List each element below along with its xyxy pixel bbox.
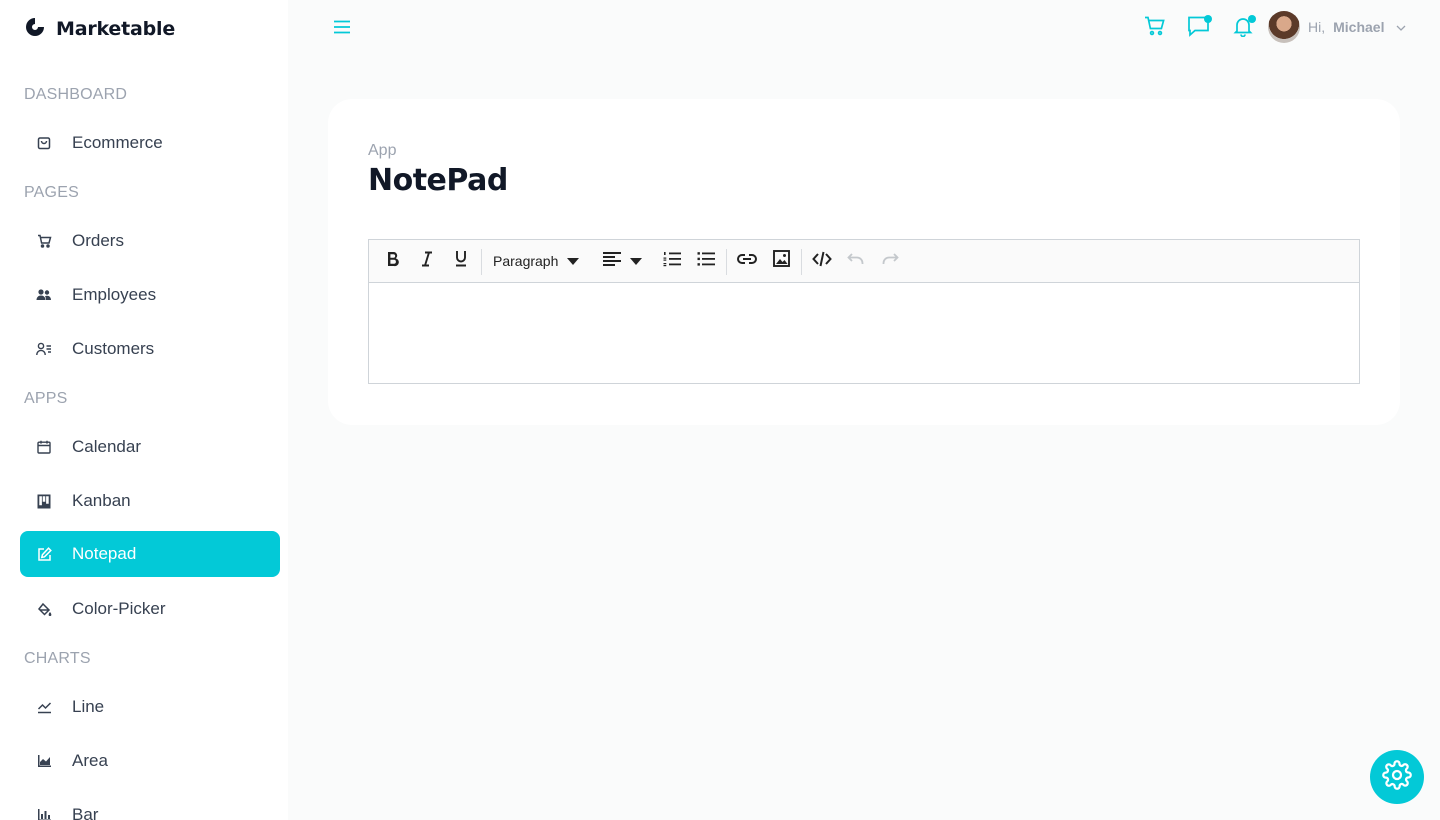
underline-icon xyxy=(454,250,468,272)
bullet-list-button[interactable] xyxy=(695,249,717,273)
cart-icon xyxy=(1144,16,1166,41)
settings-button[interactable] xyxy=(1370,750,1424,804)
editor-toolbar: Paragraph xyxy=(369,240,1359,283)
sidebar-item-employees[interactable]: Employees xyxy=(20,272,280,318)
toolbar-divider xyxy=(726,249,727,275)
source-code-button[interactable] xyxy=(811,249,833,273)
bar-chart-icon xyxy=(36,807,52,820)
image-icon xyxy=(772,250,790,272)
undo-icon xyxy=(847,252,865,270)
link-icon xyxy=(737,252,757,270)
user-menu[interactable]: Hi, Michael xyxy=(1268,11,1406,43)
code-icon xyxy=(812,251,832,272)
insert-link-button[interactable] xyxy=(736,249,758,273)
caret-down-icon xyxy=(567,252,580,270)
sidebar-item-label: Bar xyxy=(72,805,99,820)
insert-image-button[interactable] xyxy=(770,249,792,273)
sidebar-item-label: Ecommerce xyxy=(72,133,163,152)
format-select[interactable]: Paragraph xyxy=(493,249,583,273)
cart-button[interactable] xyxy=(1142,15,1168,41)
numbered-list-button[interactable] xyxy=(661,249,683,273)
sidebar-item-ecommerce[interactable]: Ecommerce xyxy=(20,120,280,166)
toolbar-divider xyxy=(801,249,802,275)
sidebar-item-calendar[interactable]: Calendar xyxy=(20,424,280,470)
menu-toggle-button[interactable] xyxy=(330,17,354,41)
italic-icon xyxy=(420,251,434,272)
editor-content-area[interactable] xyxy=(369,283,1359,383)
shopping-bag-icon xyxy=(36,135,52,151)
cart-icon xyxy=(36,233,52,249)
avatar xyxy=(1268,11,1300,43)
notification-dot xyxy=(1248,15,1256,23)
breadcrumb: App xyxy=(368,142,397,159)
sidebar-item-label: Calendar xyxy=(72,437,141,456)
section-label-apps: APPS xyxy=(24,390,68,407)
caret-down-icon xyxy=(630,252,642,270)
sidebar-item-customers[interactable]: Customers xyxy=(20,326,280,372)
sidebar-item-label: Color-Picker xyxy=(72,599,166,618)
chevron-down-icon xyxy=(1396,18,1406,36)
align-dropdown-button[interactable] xyxy=(603,249,645,273)
redo-icon xyxy=(881,252,899,270)
chat-notification-dot xyxy=(1204,15,1212,23)
chat-button[interactable] xyxy=(1186,15,1212,41)
sidebar-item-label: Notepad xyxy=(72,544,137,563)
sidebar-item-label: Employees xyxy=(72,285,157,304)
undo-button[interactable] xyxy=(845,249,867,273)
bold-icon xyxy=(386,251,400,272)
brand-name: Marketable xyxy=(56,18,176,40)
section-label-pages: PAGES xyxy=(24,184,79,201)
gear-icon xyxy=(1382,759,1412,795)
edit-icon xyxy=(36,546,52,562)
sidebar-item-color-picker[interactable]: Color-Picker xyxy=(20,586,280,632)
brand-icon xyxy=(24,16,46,43)
numbered-list-icon xyxy=(663,251,681,272)
customers-icon xyxy=(36,341,52,357)
sidebar-item-area[interactable]: Area xyxy=(20,738,280,784)
sidebar-item-notepad[interactable]: Notepad xyxy=(20,531,280,577)
redo-button[interactable] xyxy=(879,249,901,273)
sidebar-item-label: Area xyxy=(72,751,108,770)
section-label-charts: CHARTS xyxy=(24,650,91,667)
sidebar-item-line[interactable]: Line xyxy=(20,684,280,730)
sidebar-item-kanban[interactable]: Kanban xyxy=(20,478,280,524)
bullet-list-icon xyxy=(697,251,715,272)
sidebar-item-label: Orders xyxy=(72,231,124,250)
format-select-value: Paragraph xyxy=(493,253,559,269)
sidebar: Marketable DASHBOARD Ecommerce PAGES Ord… xyxy=(0,0,288,820)
underline-button[interactable] xyxy=(451,249,471,273)
sidebar-item-label: Customers xyxy=(72,339,155,358)
rich-text-editor: Paragraph xyxy=(368,239,1360,384)
italic-button[interactable] xyxy=(417,249,437,273)
sidebar-item-label: Line xyxy=(72,697,105,716)
toolbar-divider xyxy=(481,249,482,275)
sidebar-item-label: Kanban xyxy=(72,491,131,510)
section-label-dashboard: DASHBOARD xyxy=(24,86,128,103)
brand-logo[interactable]: Marketable xyxy=(24,16,175,42)
sidebar-item-bar[interactable]: Bar xyxy=(20,792,280,820)
greeting-text: Hi, xyxy=(1308,19,1326,35)
paint-bucket-icon xyxy=(36,601,52,617)
notepad-card: App NotePad Paragraph xyxy=(328,99,1400,425)
menu-icon xyxy=(333,19,351,40)
page-title: NotePad xyxy=(368,163,508,198)
line-chart-icon xyxy=(36,699,52,715)
employees-icon xyxy=(36,287,52,303)
notifications-button[interactable] xyxy=(1230,15,1256,41)
sidebar-item-orders[interactable]: Orders xyxy=(20,218,280,264)
bold-button[interactable] xyxy=(383,249,403,273)
align-left-icon xyxy=(603,251,621,271)
user-name: Michael xyxy=(1333,19,1385,35)
kanban-icon xyxy=(36,493,52,509)
area-chart-icon xyxy=(36,753,52,769)
calendar-icon xyxy=(36,439,52,455)
